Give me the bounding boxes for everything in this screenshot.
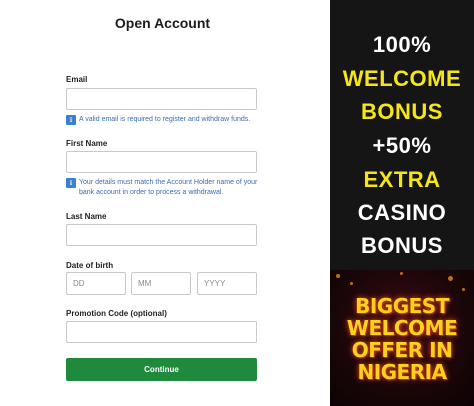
- email-hint: i A valid email is required to register …: [66, 115, 262, 125]
- email-hint-text: A valid email is required to register an…: [79, 116, 251, 123]
- first-name-hint: i Your details must match the Account Ho…: [66, 178, 262, 198]
- info-icon: i: [66, 115, 76, 125]
- promo-line-extra: EXTRA: [363, 167, 441, 192]
- email-field[interactable]: [66, 88, 257, 110]
- info-icon: i: [66, 178, 76, 188]
- promo-panel: 100% WELCOME BONUS +50% EXTRA CASINO BON…: [330, 0, 474, 406]
- banner-line-biggest: BIGGEST: [355, 294, 449, 318]
- last-name-field[interactable]: [66, 224, 257, 246]
- spark-decoration: [336, 274, 340, 278]
- promo-banner: BIGGEST WELCOME OFFER IN NIGERIA: [330, 270, 474, 406]
- last-name-label: Last Name: [66, 212, 107, 221]
- dob-day-field[interactable]: [66, 272, 126, 295]
- dob-year-field[interactable]: [197, 272, 257, 295]
- promo-code-field[interactable]: [66, 321, 257, 343]
- promo-line-percent: 100%: [372, 32, 432, 57]
- first-name-field[interactable]: [66, 151, 257, 173]
- first-name-label: First Name: [66, 139, 108, 148]
- continue-button[interactable]: Continue: [66, 358, 257, 381]
- promo-line-extra-percent: +50%: [372, 133, 432, 158]
- spark-decoration: [462, 288, 465, 291]
- banner-line-welcome: WELCOME: [346, 316, 458, 340]
- email-label: Email: [66, 75, 88, 84]
- spark-decoration: [400, 272, 403, 275]
- promo-line-casino-bonus: BONUS: [361, 233, 443, 258]
- first-name-hint-text: Your details must match the Account Hold…: [79, 179, 258, 196]
- promo-line-bonus: BONUS: [361, 99, 443, 124]
- spark-decoration: [448, 276, 453, 281]
- page-title: Open Account: [114, 15, 211, 31]
- dob-month-field[interactable]: [131, 272, 191, 295]
- spark-decoration: [350, 282, 353, 285]
- dob-label: Date of birth: [66, 261, 114, 270]
- account-form: Open Account Email i A valid email is re…: [0, 0, 330, 406]
- promo-code-label: Promotion Code (optional): [66, 309, 167, 318]
- promo-line-casino: CASINO: [357, 200, 447, 225]
- promo-line-welcome: WELCOME: [342, 66, 462, 91]
- banner-line-nigeria: NIGERIA: [357, 360, 447, 384]
- banner-line-offer-in: OFFER IN: [351, 338, 453, 362]
